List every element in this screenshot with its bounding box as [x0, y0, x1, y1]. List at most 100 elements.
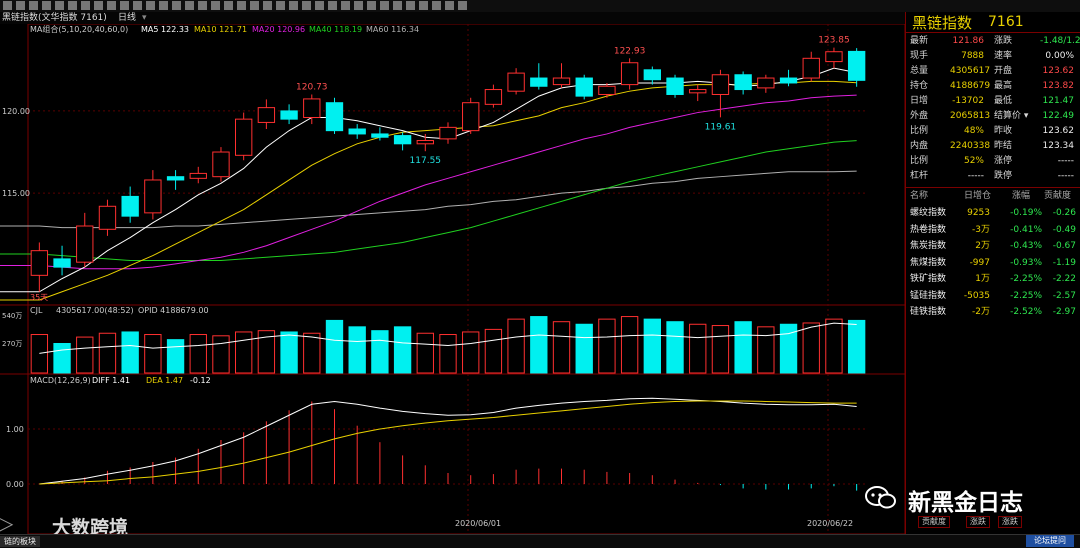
panel-tabs: 贡献度 涨跌 涨跌: [906, 516, 1080, 528]
toolbar-icon[interactable]: [367, 1, 376, 10]
volume-bar: [552, 321, 571, 374]
toolbar-icon[interactable]: [3, 1, 12, 10]
toolbar-icon[interactable]: [419, 1, 428, 10]
candle-body: [371, 133, 389, 138]
toolbar-icon[interactable]: [458, 1, 467, 10]
period-selector[interactable]: 日线: [118, 12, 136, 24]
toolbar-icon[interactable]: [133, 1, 142, 10]
volume-bar: [598, 318, 616, 374]
toolbar-icon[interactable]: [172, 1, 181, 10]
toolbar-icon[interactable]: [211, 1, 220, 10]
table-row[interactable]: 硅铁指数 -2万 -2.52% -2.97: [906, 305, 1080, 320]
table-cell: -0.26: [1052, 208, 1076, 218]
table-row[interactable]: 铁矿指数 1万 -2.25% -2.22: [906, 272, 1080, 287]
quote-value: 123.34: [1042, 141, 1075, 151]
table-cell: 螺纹指数: [910, 208, 947, 218]
candle-body: [280, 110, 298, 120]
quote-label: 杠杆: [910, 171, 929, 181]
table-header: 名称: [910, 191, 929, 201]
table-cell: -0.43%: [1010, 241, 1042, 251]
period-dropdown-icon[interactable]: ▾: [142, 12, 147, 24]
panel-tab[interactable]: 贡献度: [918, 516, 950, 528]
toolbar-icon[interactable]: [276, 1, 285, 10]
toolbar-icon[interactable]: [55, 1, 64, 10]
toolbar-icon[interactable]: [16, 1, 25, 10]
toolbar-icon[interactable]: [81, 1, 90, 10]
board-tab[interactable]: 链的板块: [0, 536, 40, 547]
toolbar-icon[interactable]: [237, 1, 246, 10]
toolbar-icon[interactable]: [68, 1, 77, 10]
macd-axis-label: 1.00: [6, 425, 24, 434]
quote-label: 比例: [910, 156, 929, 166]
watermark-logo-icon: ▷: [0, 511, 14, 535]
volume-bar: [393, 326, 412, 374]
candle-body: [257, 107, 276, 123]
toolbar-icon[interactable]: [198, 1, 207, 10]
toolbar-icon[interactable]: [380, 1, 389, 10]
help-button[interactable]: 论坛提问: [1026, 535, 1074, 547]
volume-bar: [802, 322, 820, 374]
toolbar-icon[interactable]: [42, 1, 51, 10]
volume-bar: [757, 326, 775, 374]
volume-bar: [166, 339, 185, 374]
table-row[interactable]: 螺纹指数 9253 -0.19% -0.26: [906, 206, 1080, 221]
toolbar-icon[interactable]: [250, 1, 259, 10]
volume-bar: [847, 319, 866, 374]
candle-body: [144, 179, 162, 214]
price-axis-label: 120.00: [2, 107, 30, 116]
panel-tab[interactable]: 涨跌: [966, 516, 990, 528]
table-cell: 铁矿指数: [910, 274, 947, 284]
vol-values: 4305617.00(48:52): [56, 306, 134, 315]
toolbar-icon[interactable]: [107, 1, 116, 10]
volume-bar: [212, 335, 230, 374]
toolbar-icon[interactable]: [406, 1, 415, 10]
price-axis-label: 115.00: [2, 189, 30, 198]
volume-bar: [825, 318, 843, 374]
toolbar-icon[interactable]: [432, 1, 441, 10]
candle-body: [484, 89, 503, 105]
table-row[interactable]: 焦煤指数 -997 -0.93% -1.19: [906, 256, 1080, 271]
toolbar-icon[interactable]: [341, 1, 350, 10]
ma-legend-label: MA组合(5,10,20,40,60,0): [30, 24, 128, 34]
volume-bar: [484, 328, 503, 374]
table-cell: 焦煤指数: [910, 257, 947, 268]
toolbar-icon[interactable]: [146, 1, 155, 10]
table-cell: -1.19: [1052, 257, 1076, 268]
toolbar-icon[interactable]: [263, 1, 272, 10]
high-annotation: 122.93: [614, 46, 646, 56]
table-cell: -0.41%: [1010, 224, 1042, 235]
kline-chart[interactable]: 120.00 115.00 120.73 122.93 123.85 117.55 119.…: [0, 24, 905, 534]
table-cell: -0.93%: [1010, 257, 1042, 268]
toolbar-icon[interactable]: [315, 1, 324, 10]
contract-name-label[interactable]: 黑链指数(文华指数 7161): [2, 12, 107, 24]
table-header: 涨幅: [1012, 191, 1031, 201]
high-annotation: 123.85: [818, 36, 850, 46]
vol-axis-label: 270万: [2, 340, 22, 348]
toolbar-icon[interactable]: [302, 1, 311, 10]
candle-body: [76, 225, 94, 263]
quote-label: 内盘: [910, 141, 929, 151]
table-row[interactable]: 锰硅指数 -5035 -2.25% -2.57: [906, 289, 1080, 304]
candle-body: [575, 77, 593, 97]
table-row[interactable]: 热卷指数 -3万 -0.41% -0.49: [906, 223, 1080, 238]
candle-body: [507, 72, 525, 92]
panel-tab[interactable]: 涨跌: [998, 516, 1022, 528]
toolbar-icon[interactable]: [120, 1, 129, 10]
toolbar-icon[interactable]: [393, 1, 402, 10]
toolbar-icon[interactable]: [224, 1, 233, 10]
toolbar-icon[interactable]: [289, 1, 298, 10]
toolbar-icon[interactable]: [29, 1, 38, 10]
toolbar-icon[interactable]: [328, 1, 337, 10]
toolbar-icon[interactable]: [185, 1, 194, 10]
table-header: 日增仓: [964, 191, 992, 201]
toolbar-icon[interactable]: [354, 1, 363, 10]
toolbar-icon[interactable]: [159, 1, 168, 10]
toolbar-icon[interactable]: [445, 1, 454, 10]
quote-label: 外盘: [910, 111, 929, 121]
quote-value: 2065813: [950, 111, 991, 121]
candle-body: [166, 176, 185, 181]
toolbar-icon[interactable]: [94, 1, 103, 10]
candle-body: [303, 98, 321, 118]
table-row[interactable]: 焦炭指数 2万 -0.43% -0.67: [906, 239, 1080, 254]
volume-bar: [734, 321, 752, 374]
